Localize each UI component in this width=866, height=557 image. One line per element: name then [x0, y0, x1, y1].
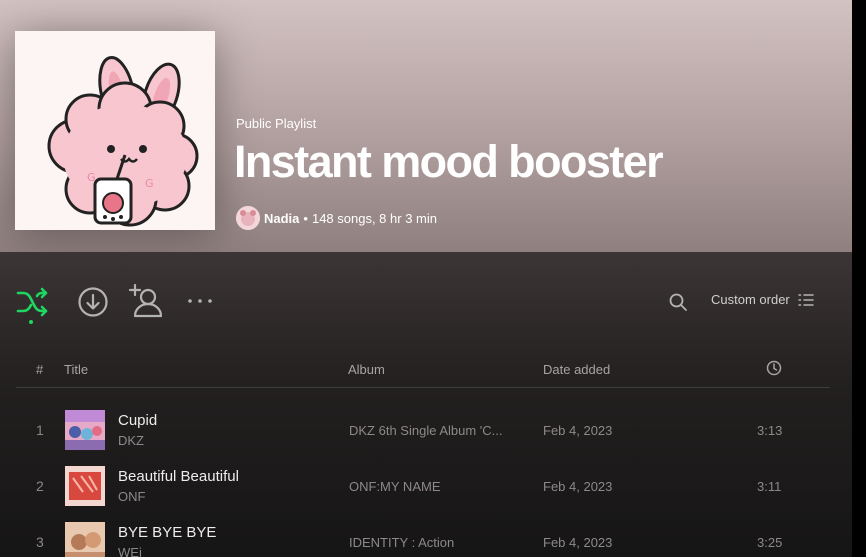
- track-list: 1 Cupid DKZ DKZ 6th Single Album 'C... F…: [16, 402, 830, 557]
- shuffle-active-indicator: [29, 320, 33, 324]
- search-icon: [669, 293, 687, 311]
- add-user-icon: [128, 284, 163, 318]
- download-button[interactable]: [76, 285, 110, 319]
- track-album[interactable]: ONF:MY NAME: [349, 479, 441, 494]
- track-number: 2: [36, 478, 44, 494]
- bunny-boba-illustration: G G: [15, 31, 215, 230]
- playlist-content: Custom order # Title Album Date added 1: [0, 252, 852, 557]
- add-user-button[interactable]: [128, 283, 164, 319]
- header-number: #: [36, 362, 44, 377]
- album-art-image: [65, 466, 105, 506]
- owner-avatar-image: [236, 206, 260, 230]
- clock-icon: [766, 360, 782, 376]
- track-artist[interactable]: WEi: [118, 545, 142, 557]
- playlist-type-label: Public Playlist: [236, 116, 317, 131]
- sort-dropdown[interactable]: Custom order: [711, 292, 814, 307]
- track-title[interactable]: BYE BYE BYE: [118, 524, 216, 541]
- playlist-cover[interactable]: G G: [15, 31, 215, 230]
- svg-text:G: G: [145, 177, 154, 190]
- track-artist[interactable]: DKZ: [118, 433, 144, 448]
- sort-label: Custom order: [711, 292, 790, 307]
- shuffle-button[interactable]: [14, 284, 50, 320]
- playlist-stats: 148 songs, 8 hr 3 min: [311, 210, 437, 226]
- list-icon: [798, 293, 814, 306]
- track-date-added: Feb 4, 2023: [543, 479, 613, 494]
- track-date-added: Feb 4, 2023: [543, 535, 613, 550]
- playlist-title[interactable]: Instant mood booster: [234, 136, 664, 188]
- window-edge: [852, 0, 866, 557]
- more-options-button[interactable]: [184, 289, 216, 313]
- playlist-meta: Nadia • 148 songs, 8 hr 3 min: [236, 206, 437, 230]
- download-icon: [78, 287, 108, 317]
- owner-avatar[interactable]: [236, 206, 260, 230]
- track-row[interactable]: 2 Beautiful Beautiful ONF ONF:MY NAME Fe…: [16, 458, 830, 514]
- search-in-playlist-button[interactable]: [666, 290, 690, 314]
- shuffle-icon: [16, 287, 48, 317]
- track-title[interactable]: Cupid: [118, 412, 157, 429]
- track-album-art: [65, 410, 105, 450]
- track-date-added: Feb 4, 2023: [543, 423, 613, 438]
- track-title[interactable]: Beautiful Beautiful: [118, 468, 239, 485]
- track-album[interactable]: IDENTITY : Action: [349, 535, 454, 550]
- meta-separator: •: [303, 210, 308, 226]
- header-title[interactable]: Title: [64, 362, 88, 377]
- track-duration: 3:11: [757, 479, 782, 494]
- track-album-art: [65, 466, 105, 506]
- album-art-image: [65, 522, 105, 557]
- track-album[interactable]: DKZ 6th Single Album 'C...: [349, 423, 503, 438]
- album-art-image: [65, 410, 105, 450]
- track-number: 1: [36, 422, 44, 438]
- track-artist[interactable]: ONF: [118, 489, 145, 504]
- track-duration: 3:13: [757, 423, 783, 438]
- track-duration: 3:25: [757, 535, 783, 550]
- track-row[interactable]: 3 BYE BYE BYE WEi IDENTITY : Action Feb …: [16, 514, 830, 557]
- track-row[interactable]: 1 Cupid DKZ DKZ 6th Single Album 'C... F…: [16, 402, 830, 458]
- playlist-header: G G Public Playlist Instant mood booster…: [0, 0, 852, 252]
- owner-name-link[interactable]: Nadia: [264, 211, 299, 226]
- track-table-header: # Title Album Date added: [16, 358, 830, 388]
- header-date-added[interactable]: Date added: [543, 362, 610, 377]
- more-options-icon: [188, 299, 212, 303]
- track-number: 3: [36, 534, 44, 550]
- header-album[interactable]: Album: [348, 362, 385, 377]
- header-duration[interactable]: [766, 360, 782, 379]
- action-bar: Custom order: [0, 252, 852, 348]
- track-album-art: [65, 522, 105, 557]
